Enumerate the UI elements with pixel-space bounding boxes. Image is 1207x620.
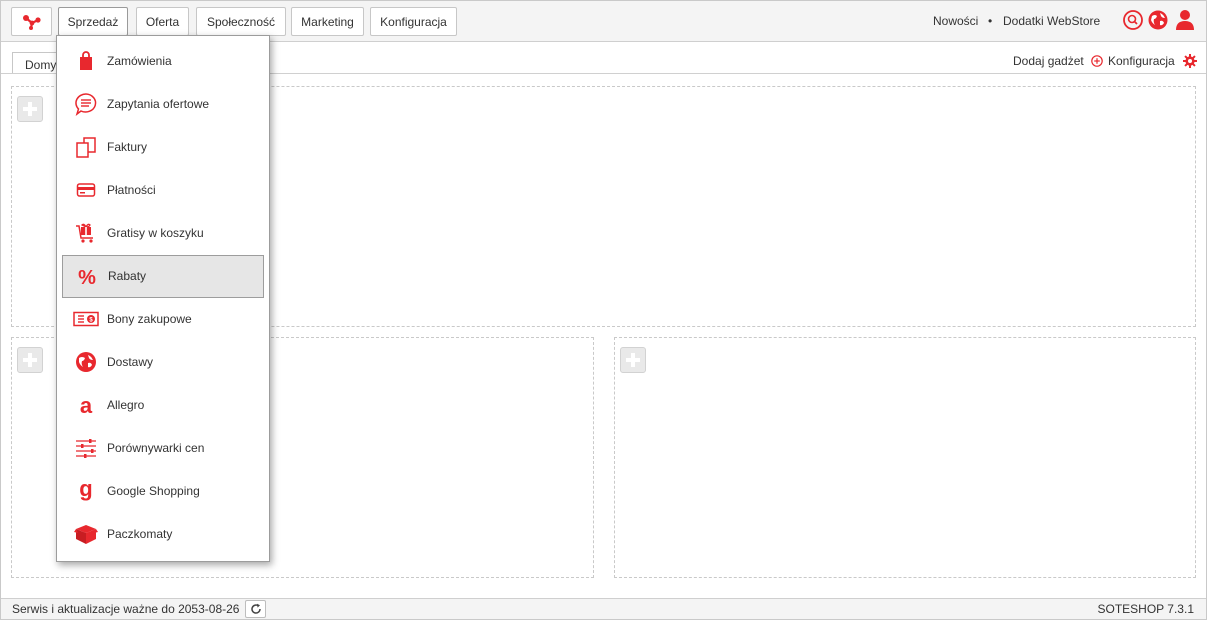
- menu-item-platnosci[interactable]: Płatności: [62, 169, 264, 212]
- credit-card-icon: [74, 178, 98, 202]
- chat-bubble-icon: [74, 92, 98, 116]
- link-dodatki-webstore[interactable]: Dodatki WebStore: [1003, 14, 1100, 28]
- menu-item-label: Dostawy: [107, 355, 154, 369]
- percent-icon: %: [75, 265, 99, 289]
- menu-item-allegro[interactable]: a Allegro: [62, 384, 264, 427]
- nav-separator: •: [988, 14, 993, 28]
- sales-dropdown-menu: Zamówienia Zapytania ofertowe Faktury Pł…: [56, 35, 270, 562]
- add-gadget-button[interactable]: [17, 96, 43, 122]
- voucher-icon: $: [73, 307, 99, 331]
- menu-item-label: Zapytania ofertowe: [107, 97, 210, 111]
- menu-item-bony-zakupowe[interactable]: $ Bony zakupowe: [62, 298, 264, 341]
- add-gadget-button[interactable]: [620, 347, 646, 373]
- menu-item-label: Faktury: [107, 140, 148, 154]
- svg-text:%: %: [78, 267, 96, 288]
- menu-item-label: Paczkomaty: [107, 527, 173, 541]
- gadget-zone-right: [614, 337, 1196, 578]
- globe-icon[interactable]: [1148, 10, 1168, 30]
- menu-item-label: Rabaty: [108, 269, 147, 283]
- google-g-icon: g: [74, 479, 98, 503]
- svg-text:g: g: [79, 479, 92, 501]
- plus-icon: [23, 102, 37, 116]
- plus-icon: [626, 353, 640, 367]
- menu-item-label: Porównywarki cen: [107, 441, 205, 455]
- menu-item-zapytania-ofertowe[interactable]: Zapytania ofertowe: [62, 83, 264, 126]
- menu-item-dostawy[interactable]: Dostawy: [62, 341, 264, 384]
- menu-item-porownywarki-cen[interactable]: Porównywarki cen: [62, 427, 264, 470]
- user-icon[interactable]: [1175, 9, 1195, 31]
- add-gadget-link[interactable]: Dodaj gadżet: [1013, 54, 1084, 68]
- shopping-bag-icon: [74, 49, 98, 73]
- footer-bar: Serwis i aktualizacje ważne do 2053-08-2…: [1, 598, 1206, 619]
- version-label: SOTESHOP 7.3.1: [1097, 602, 1195, 616]
- menu-item-faktury[interactable]: Faktury: [62, 126, 264, 169]
- service-validity-text: Serwis i aktualizacje ważne do 2053-08-2…: [12, 602, 240, 616]
- tab-oferta[interactable]: Oferta: [136, 7, 189, 36]
- menu-item-google-shopping[interactable]: g Google Shopping: [62, 470, 264, 513]
- menu-item-paczkomaty[interactable]: Paczkomaty: [62, 513, 264, 556]
- globe-delivery-icon: [74, 350, 98, 374]
- link-nowosci[interactable]: Nowości: [933, 14, 978, 28]
- menu-item-label: Gratisy w koszyku: [107, 226, 204, 240]
- logo-button[interactable]: [11, 7, 52, 36]
- parcel-locker-icon: [74, 522, 98, 546]
- menu-item-label: Płatności: [107, 183, 156, 197]
- refresh-button[interactable]: [245, 600, 266, 618]
- menu-item-label: Bony zakupowe: [107, 312, 192, 326]
- menu-item-label: Zamówienia: [107, 54, 172, 68]
- menu-item-zamowienia[interactable]: Zamówienia: [62, 40, 264, 83]
- menu-item-rabaty[interactable]: % Rabaty: [62, 255, 264, 298]
- add-circle-icon[interactable]: [1091, 55, 1103, 67]
- documents-icon: [74, 135, 98, 159]
- plus-icon: [23, 353, 37, 367]
- tab-marketing[interactable]: Marketing: [291, 7, 364, 36]
- refresh-icon: [250, 603, 261, 614]
- svg-text:a: a: [80, 394, 93, 416]
- config-link[interactable]: Konfiguracja: [1108, 54, 1175, 68]
- menu-item-gratisy-w-koszyku[interactable]: Gratisy w koszyku: [62, 212, 264, 255]
- allegro-icon: a: [74, 393, 98, 417]
- add-gadget-button[interactable]: [17, 347, 43, 373]
- search-icon[interactable]: [1123, 10, 1143, 30]
- gear-icon[interactable]: [1183, 54, 1197, 68]
- tab-spolecznosc[interactable]: Społeczność: [196, 7, 286, 36]
- tab-konfiguracja[interactable]: Konfiguracja: [370, 7, 457, 36]
- sliders-icon: [74, 436, 98, 460]
- gift-cart-icon: [74, 221, 98, 245]
- menu-item-label: Google Shopping: [107, 484, 200, 498]
- tab-sprzedaz[interactable]: Sprzedaż: [58, 7, 128, 36]
- menu-item-label: Allegro: [107, 398, 145, 412]
- soteshop-logo-icon: [22, 14, 41, 30]
